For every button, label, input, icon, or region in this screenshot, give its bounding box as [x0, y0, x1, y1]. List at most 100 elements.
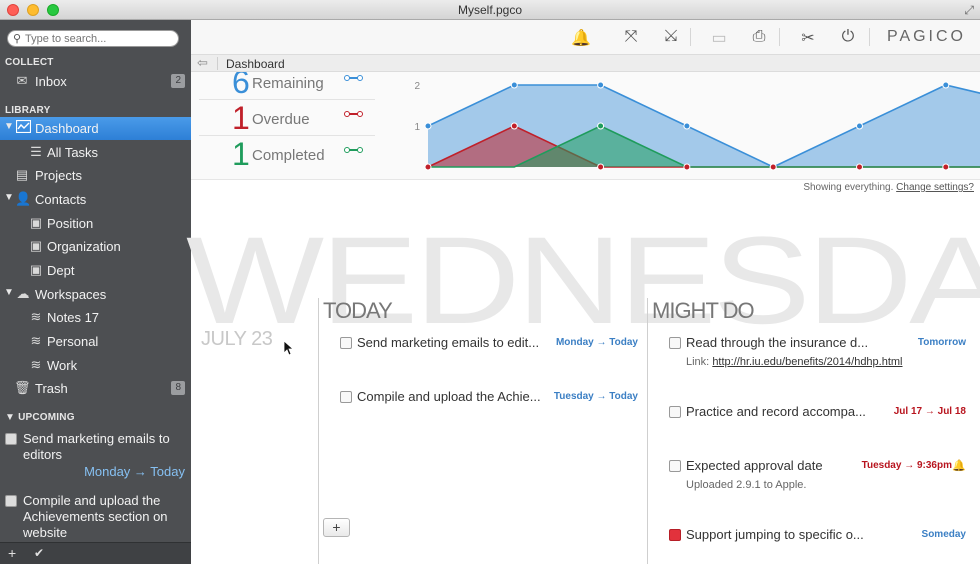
- breadcrumb: ⇦ Dashboard: [191, 54, 980, 72]
- upcoming-item[interactable]: Send marketing emails to editors Monday …: [0, 431, 191, 483]
- window-title: Myself.pgco: [457, 3, 523, 17]
- sidebar-item-workspaces[interactable]: ▼ ☁ Workspaces: [0, 283, 191, 306]
- disclosure-triangle-icon[interactable]: ▼: [4, 287, 14, 298]
- task-checkbox[interactable]: [669, 529, 681, 541]
- check-circle-icon[interactable]: ✔: [34, 546, 44, 560]
- data-point[interactable]: [942, 163, 950, 171]
- sidebar-item-contacts[interactable]: ▼ 👤 Contacts: [0, 188, 191, 211]
- add-task-button[interactable]: +: [323, 518, 350, 537]
- task-checkbox[interactable]: [340, 391, 352, 403]
- might-do-header: MIGHT DO: [652, 298, 755, 323]
- toolbar-separator: [869, 28, 870, 46]
- breadcrumb-current: Dashboard: [226, 57, 285, 71]
- disclosure-triangle-icon[interactable]: ▼: [4, 192, 14, 203]
- data-point[interactable]: [769, 163, 777, 171]
- trash-icon: 🗑: [14, 380, 31, 395]
- showing-everything-note: Showing everything. Change settings?: [803, 182, 974, 193]
- stat-overdue[interactable]: 1 Overdue: [199, 100, 375, 136]
- task-note: Uploaded 2.9.1 to Apple.: [686, 479, 807, 491]
- task-due: Monday → Today: [555, 337, 638, 348]
- tools-icon[interactable]: ✂: [798, 28, 818, 48]
- stat-completed[interactable]: 1 Completed: [199, 136, 375, 172]
- sidebar-item-dept[interactable]: ▣ Dept: [0, 259, 191, 282]
- alarm-bell-icon: 🔔: [952, 460, 966, 472]
- change-settings-link[interactable]: Change settings?: [896, 182, 974, 193]
- expand-icon[interactable]: ⤧: [621, 28, 641, 46]
- weekday-watermark: WEDNESDAY: [186, 212, 980, 350]
- sidebar-item-personal[interactable]: ≋ Personal: [0, 330, 191, 353]
- toolbar-separator: [779, 28, 780, 46]
- data-point[interactable]: [510, 122, 518, 130]
- add-icon[interactable]: +: [8, 545, 16, 561]
- column-divider: [647, 298, 648, 564]
- upcoming-header: ▼ UPCOMING: [5, 412, 75, 423]
- task-checkbox[interactable]: [5, 495, 17, 507]
- power-icon[interactable]: ⏻: [838, 28, 858, 46]
- projects-icon: ▤: [15, 167, 29, 182]
- data-point[interactable]: [597, 81, 605, 89]
- stats-panel: 6 Remaining 1 Overdue 1 Completed 2 1: [191, 72, 980, 180]
- data-point[interactable]: [424, 122, 432, 130]
- archive-icon[interactable]: ▭: [709, 28, 729, 48]
- wifi-icon: ≋: [30, 309, 42, 324]
- data-point[interactable]: [597, 163, 605, 171]
- data-point[interactable]: [683, 163, 691, 171]
- current-date: JULY 23: [201, 328, 273, 350]
- sidebar-item-projects[interactable]: ▤ Projects: [0, 164, 191, 187]
- data-point[interactable]: [424, 163, 432, 171]
- data-point[interactable]: [510, 81, 518, 89]
- task-checkbox[interactable]: [669, 460, 681, 472]
- showing-text: Showing everything.: [803, 182, 894, 193]
- task-checkbox[interactable]: [669, 337, 681, 349]
- contact-card-icon: ▣: [29, 215, 43, 230]
- task-title: Support jumping to specific o...: [686, 527, 864, 542]
- library-header: LIBRARY: [5, 105, 51, 116]
- upcoming-item[interactable]: Compile and upload the Achievements sect…: [0, 493, 191, 543]
- print-icon[interactable]: ⎙: [749, 28, 769, 46]
- search-icon: ⚲: [13, 33, 22, 45]
- sidebar-item-label: Organization: [47, 239, 121, 254]
- sidebar-item-trash[interactable]: 🗑 Trash 8: [0, 377, 191, 400]
- data-point[interactable]: [942, 81, 950, 89]
- data-point[interactable]: [597, 122, 605, 130]
- task-checkbox[interactable]: [5, 433, 17, 445]
- data-point[interactable]: [683, 122, 691, 130]
- legend-completed-icon: [344, 146, 364, 154]
- back-arrow-icon[interactable]: ⇦: [197, 55, 208, 71]
- bell-icon[interactable]: 🔔: [571, 28, 591, 48]
- collapse-icon[interactable]: ⤩: [661, 28, 681, 46]
- contact-card-icon: ▣: [29, 238, 43, 253]
- sidebar-item-label: Work: [47, 358, 78, 373]
- disclosure-triangle-icon[interactable]: ▼: [4, 121, 14, 132]
- might-do-task[interactable]: Expected approval date Tuesday → 9:36pm …: [669, 458, 966, 498]
- sidebar-item-label: Workspaces: [35, 287, 107, 302]
- task-title: Practice and record accompa...: [686, 404, 866, 419]
- sidebar-item-label: Position: [47, 216, 94, 231]
- data-point[interactable]: [856, 122, 863, 130]
- sidebar-item-notes-17[interactable]: ≋ Notes 17: [0, 306, 191, 329]
- sidebar-item-label: Projects: [35, 168, 82, 183]
- stat-label: Overdue: [252, 111, 310, 128]
- task-due: Someday: [921, 529, 966, 540]
- sidebar-item-label: Contacts: [35, 192, 87, 207]
- task-checkbox[interactable]: [669, 406, 681, 418]
- legend-remaining-icon: [344, 74, 364, 82]
- task-title: Read through the insurance d...: [686, 335, 869, 350]
- fullscreen-icon[interactable]: ⤢: [964, 3, 974, 18]
- task-link[interactable]: http://hr.iu.edu/benefits/2014/hdhp.html: [712, 356, 902, 368]
- sidebar-item-work[interactable]: ≋ Work: [0, 354, 191, 377]
- task-checkbox[interactable]: [340, 337, 352, 349]
- stat-remaining[interactable]: 6 Remaining: [199, 72, 375, 100]
- search-box[interactable]: ⚲: [7, 30, 179, 47]
- sidebar-item-inbox[interactable]: ✉ Inbox 2: [0, 70, 191, 93]
- might-do-task[interactable]: Read through the insurance d... Tomorrow…: [669, 335, 966, 375]
- task-trend-chart: 21: [414, 81, 980, 171]
- data-point[interactable]: [856, 163, 863, 171]
- task-note-label: Link:: [686, 356, 710, 368]
- sidebar-item-all-tasks[interactable]: ☰ All Tasks: [0, 141, 191, 164]
- sidebar-item-dashboard[interactable]: ▼ Dashboard: [0, 117, 191, 140]
- sidebar-item-position[interactable]: ▣ Position: [0, 212, 191, 235]
- search-input[interactable]: [25, 32, 175, 45]
- sidebar-item-label: All Tasks: [47, 145, 99, 160]
- sidebar-item-organization[interactable]: ▣ Organization: [0, 235, 191, 258]
